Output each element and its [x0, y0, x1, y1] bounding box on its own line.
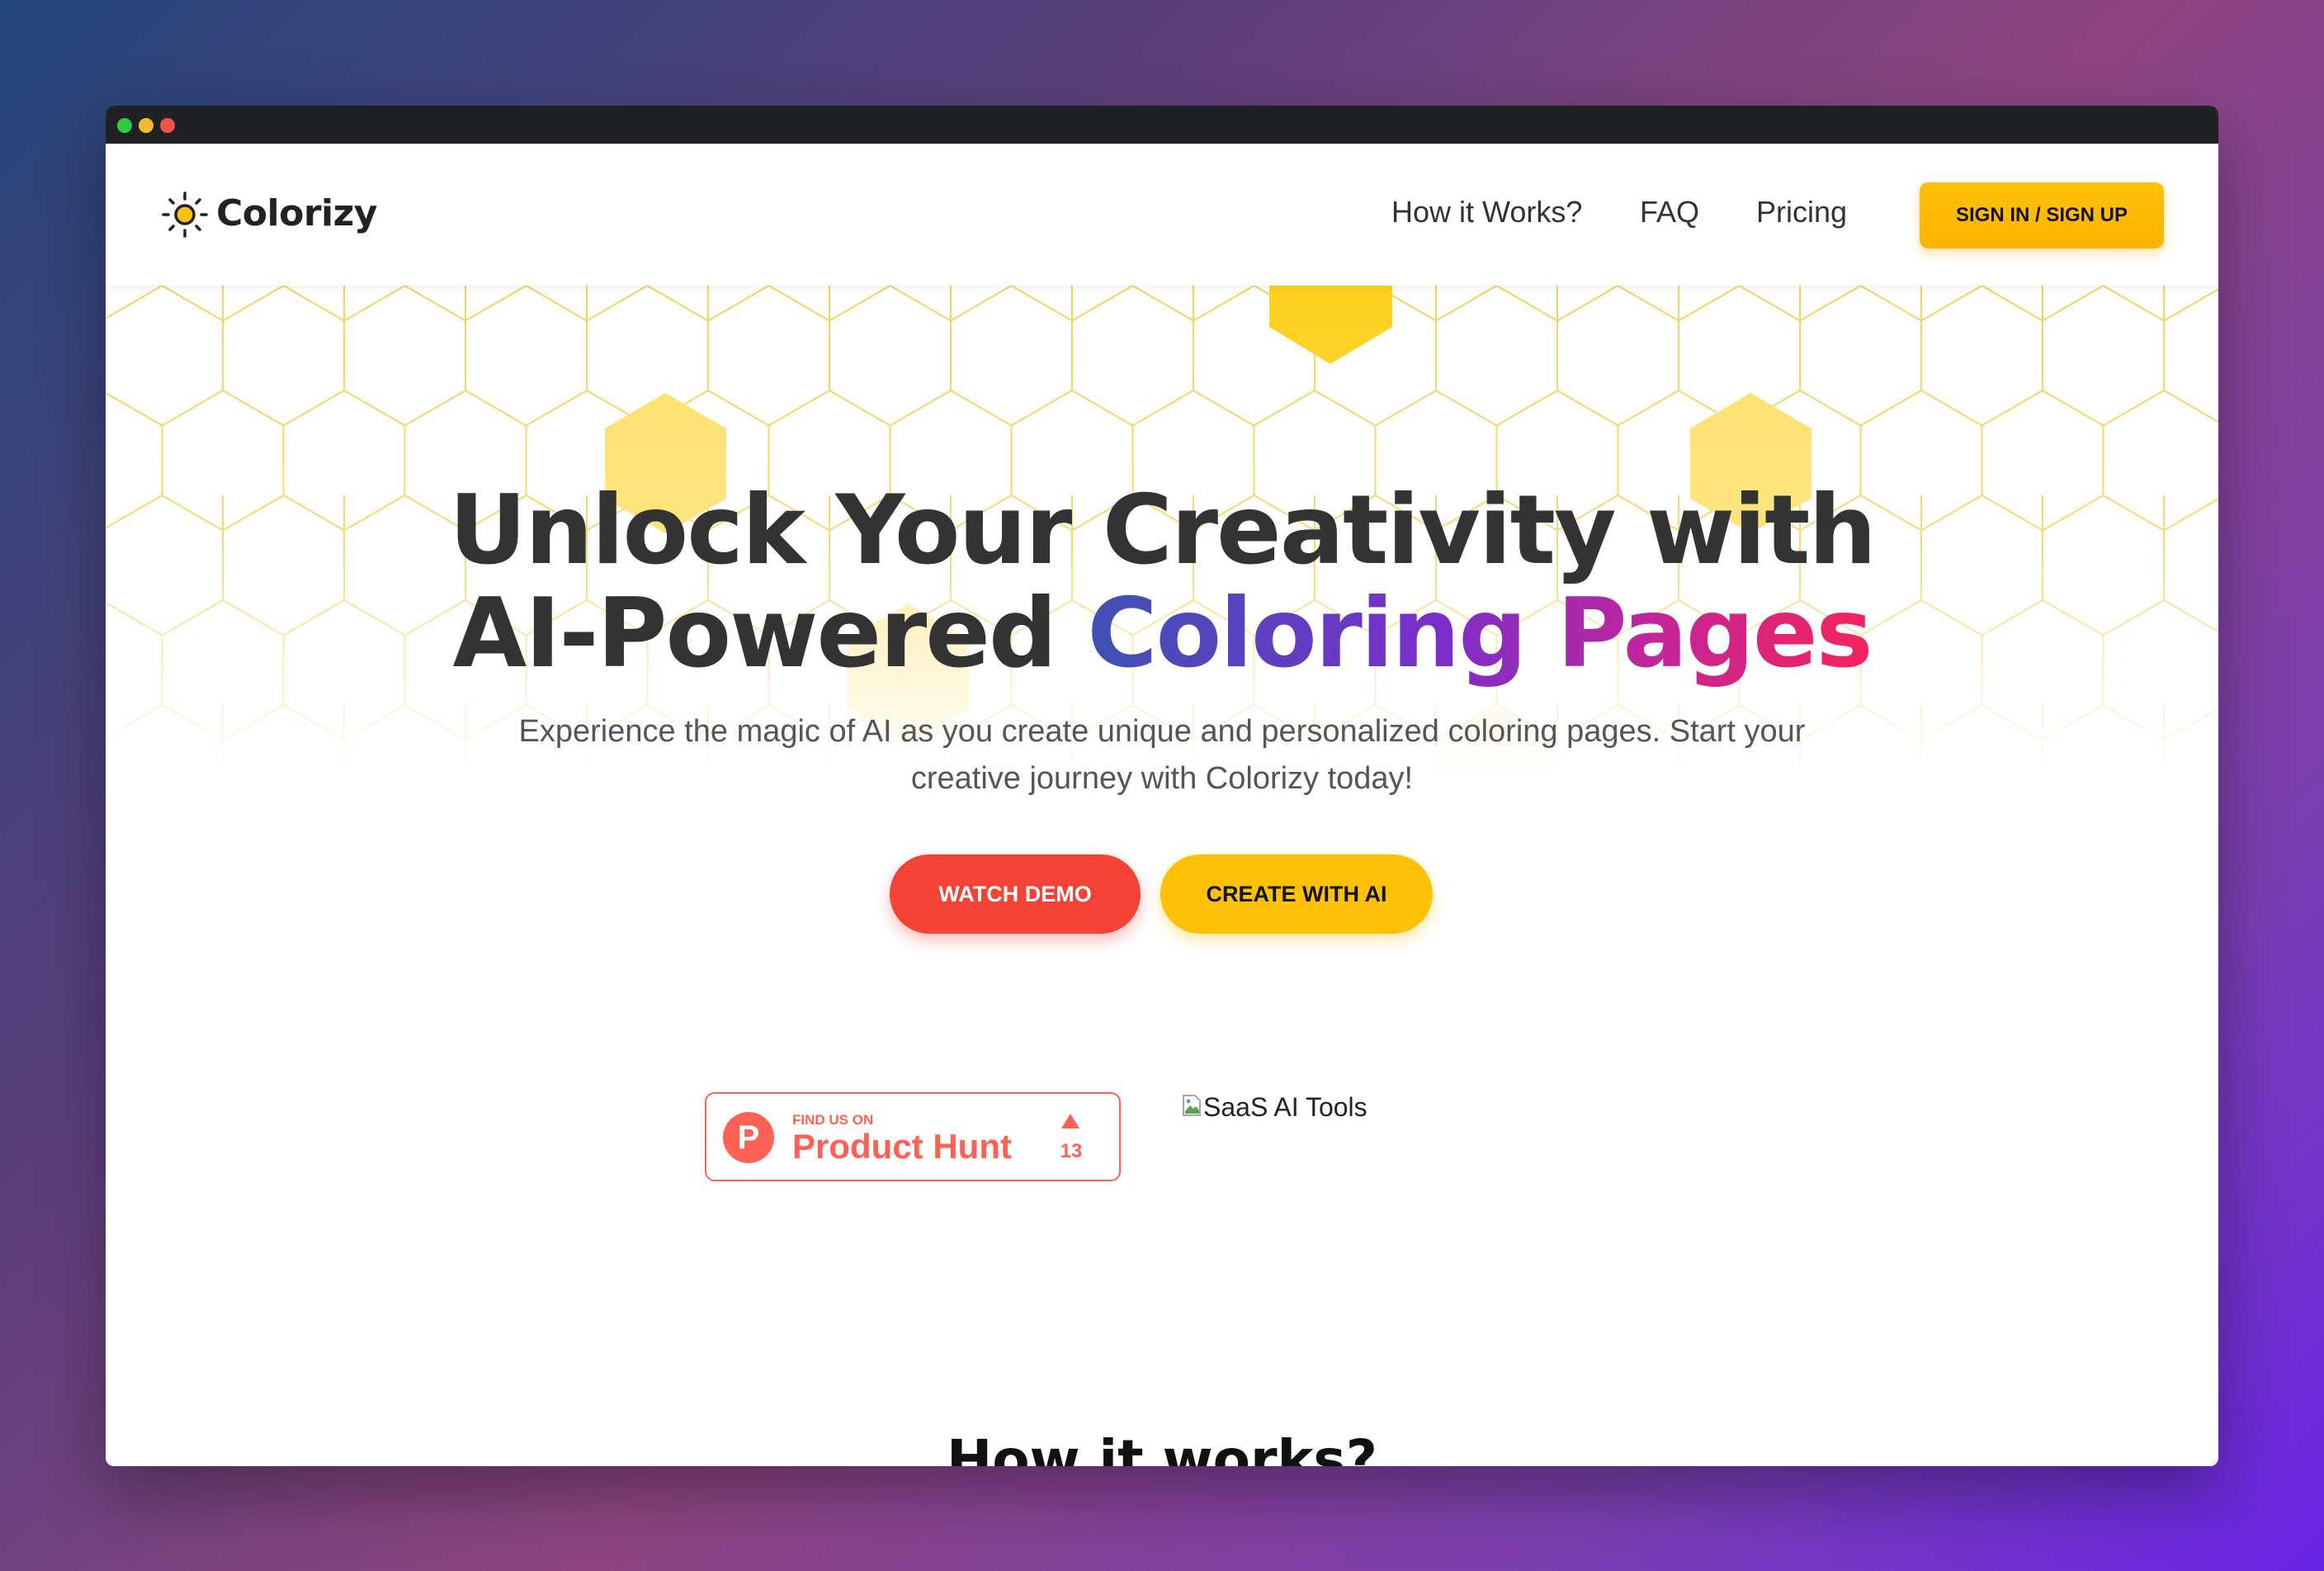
hero-title-line2: AI-Powered Coloring Pages [106, 582, 2218, 685]
sun-logo-icon [162, 192, 208, 238]
sign-in-button[interactable]: SIGN IN / SIGN UP [1920, 182, 2164, 248]
product-hunt-name: Product Hunt [792, 1127, 1012, 1166]
saas-ai-tools-alt-text: SaaS AI Tools [1203, 1092, 1367, 1122]
window-minimize-button[interactable] [139, 118, 154, 133]
product-hunt-badge[interactable]: P FIND US ON Product Hunt 13 [705, 1092, 1121, 1181]
saas-ai-tools-badge[interactable]: SaaS AI Tools [1182, 1093, 1367, 1121]
product-hunt-upvote-count: 13 [1060, 1140, 1083, 1162]
window-close-button[interactable] [160, 118, 175, 133]
how-it-works-heading: How it works? [946, 1428, 1377, 1466]
hero-title-line1: Unlock Your Creativity with [448, 475, 1877, 586]
broken-image-icon [1183, 1095, 1201, 1116]
browser-window: Colorizy How it Works? FAQ Pricing SIGN … [106, 106, 2218, 1466]
hero-title: Unlock Your Creativity with AI-Powered C… [106, 479, 2218, 685]
hero-subtitle: Experience the magic of AI as you create… [518, 714, 1806, 796]
top-navbar: Colorizy How it Works? FAQ Pricing SIGN … [106, 144, 2218, 286]
watch-demo-button[interactable]: WATCH DEMO [890, 854, 1141, 934]
nav-link-faq[interactable]: FAQ [1640, 195, 1699, 229]
window-titlebar [106, 106, 2218, 144]
brand-logo[interactable]: Colorizy [158, 187, 377, 239]
upvote-arrow-icon [1061, 1114, 1079, 1129]
nav-link-pricing[interactable]: Pricing [1756, 195, 1847, 229]
product-hunt-find-us: FIND US ON [792, 1112, 874, 1128]
hero-title-plain: AI-Powered [452, 578, 1088, 689]
nav-link-how-it-works[interactable]: How it Works? [1391, 195, 1582, 229]
window-maximize-button[interactable] [117, 118, 132, 133]
hero-title-gradient: Coloring Pages [1087, 578, 1873, 689]
create-with-ai-button[interactable]: CREATE WITH AI [1160, 854, 1433, 934]
product-hunt-logo: P [723, 1112, 774, 1163]
brand-name: Colorizy [216, 192, 377, 234]
